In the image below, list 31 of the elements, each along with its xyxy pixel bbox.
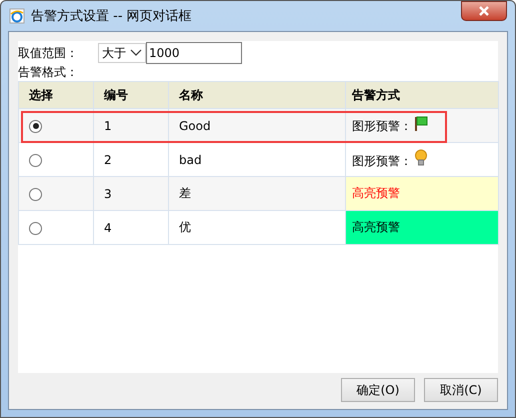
alarm-label: 图形预警： <box>352 154 412 168</box>
column-header: 选择 <box>18 82 94 108</box>
table-cell: 高亮预警 <box>346 210 498 244</box>
alarm-label: 图形预警： <box>352 119 412 133</box>
table-cell: 4 <box>94 210 168 244</box>
range-label: 取值范围： <box>18 44 79 62</box>
radio-button[interactable] <box>29 120 42 133</box>
table-cell: 高亮预警 <box>346 176 498 210</box>
radio-button[interactable] <box>29 188 42 201</box>
close-icon <box>478 6 490 16</box>
window-title: 告警方式设置 -- 网页对话框 <box>31 8 192 25</box>
table-cell: 3 <box>94 176 168 210</box>
cancel-button[interactable]: 取消(C) <box>424 378 498 402</box>
table-cell: bad <box>168 142 346 176</box>
table-cell: 差 <box>168 176 346 210</box>
value-field[interactable]: 1000 <box>146 42 242 64</box>
column-header: 编号 <box>94 82 168 108</box>
column-header: 名称 <box>168 82 346 108</box>
format-label: 告警格式： <box>18 65 79 81</box>
browser-logo-icon <box>9 8 25 24</box>
table-cell: 优 <box>168 210 346 244</box>
flag-icon <box>414 116 428 132</box>
table-cell: 2 <box>94 142 168 176</box>
column-header: 告警方式 <box>346 82 498 108</box>
close-button[interactable] <box>461 1 507 21</box>
chevron-down-icon <box>130 49 142 57</box>
ok-button[interactable]: 确定(O) <box>341 378 415 402</box>
radio-button[interactable] <box>29 222 42 235</box>
operator-dropdown[interactable]: 大于 <box>98 43 146 63</box>
radio-button[interactable] <box>29 154 42 167</box>
light-bulb-icon <box>414 149 428 167</box>
